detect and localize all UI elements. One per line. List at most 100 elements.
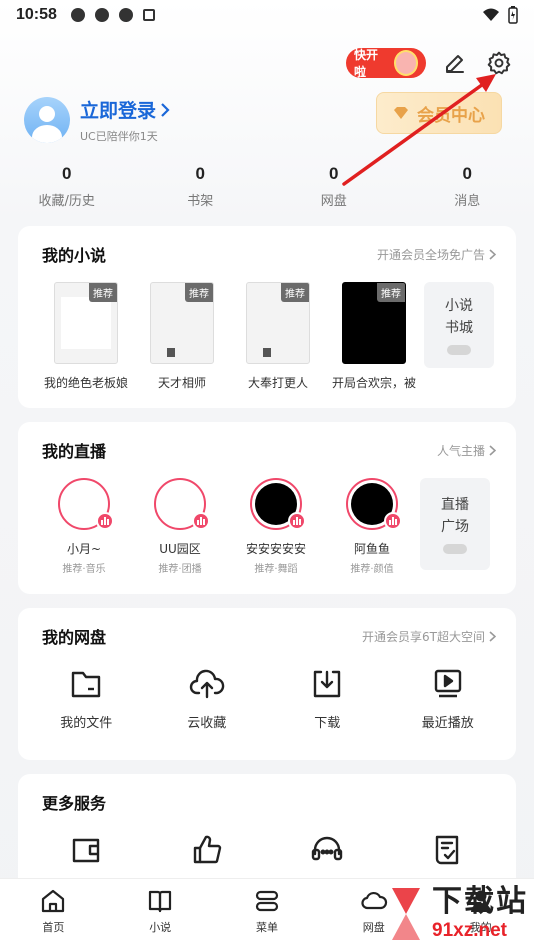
login-subtitle: UC已陪伴你1天 — [80, 130, 158, 143]
service-thumbs-up[interactable] — [147, 830, 268, 870]
novel-store-line1: 小说 — [445, 298, 473, 314]
stats-row: 0 收藏/历史 0 书架 0 网盘 0 消息 — [0, 164, 534, 209]
stat-messages[interactable]: 0 消息 — [401, 164, 534, 209]
novels-link-label: 开通会员全场免广告 — [376, 247, 485, 262]
novel-item[interactable]: 推荐 我的绝色老板娘 — [38, 282, 134, 391]
novel-tag: 推荐 — [377, 283, 405, 302]
novel-item[interactable]: 推荐 大奉打更人 — [230, 282, 326, 391]
top-actions: 快开啦 — [346, 48, 514, 79]
stat-favorites[interactable]: 0 收藏/历史 — [0, 164, 134, 209]
services-title: 更多服务 — [42, 794, 107, 813]
stat-cloud-disk[interactable]: 0 网盘 — [267, 164, 401, 209]
live-streamer[interactable]: 安安安安安 推荐·舞蹈 — [228, 478, 324, 575]
checklist-icon — [435, 835, 458, 865]
cloud-icon — [361, 891, 387, 910]
disk-item-label: 我的文件 — [60, 716, 113, 731]
streamer-avatar — [154, 478, 210, 530]
vip-center-button[interactable]: 会员中心 — [376, 92, 502, 134]
disk-download[interactable]: 下载 — [267, 664, 388, 731]
live-streamer[interactable]: 小月~ 推荐·音乐 — [36, 478, 132, 575]
disk-item-label: 最近播放 — [421, 716, 474, 731]
novel-name: 天才相师 — [157, 376, 206, 390]
services-card: 更多服务 — [18, 774, 516, 894]
live-bars-icon — [288, 512, 306, 530]
nav-menu[interactable]: 菜单 — [214, 879, 321, 950]
stat-label: 网盘 — [320, 194, 347, 209]
book-icon — [149, 890, 172, 913]
novel-item[interactable]: 推荐 开局合欢宗，被 — [326, 282, 422, 391]
live-plaza-line1: 直播 — [441, 497, 469, 513]
headset-icon — [312, 836, 343, 861]
chevron-right-icon — [489, 630, 496, 642]
login-label: 立即登录 — [80, 100, 157, 122]
avatar[interactable] — [24, 97, 70, 143]
promo-badge[interactable]: 快开啦 — [346, 48, 426, 79]
stat-bookshelf[interactable]: 0 书架 — [134, 164, 268, 209]
disk-card: 我的网盘 开通会员享6T超大空间 我的文件 云收藏 下载 最近播放 — [18, 608, 516, 760]
live-bars-icon — [192, 512, 210, 530]
streamer-category: 推荐·音乐 — [62, 564, 106, 575]
cloud-upload-icon — [189, 669, 225, 699]
service-support[interactable] — [267, 830, 388, 870]
live-title: 我的直播 — [42, 442, 107, 461]
novel-tag: 推荐 — [281, 283, 309, 302]
novel-tag: 推荐 — [89, 283, 117, 302]
notification-icon — [142, 9, 155, 21]
stat-value: 0 — [462, 164, 472, 183]
status-bar: 10:58 — [0, 0, 534, 30]
disk-vip-link[interactable]: 开通会员享6T超大空间 — [362, 628, 496, 645]
novel-tag: 推荐 — [185, 283, 213, 302]
diamond-icon — [394, 107, 408, 119]
streamer-name: 阿鱼鱼 — [353, 542, 390, 556]
status-notification-icons — [70, 8, 155, 22]
novels-vip-link[interactable]: 开通会员全场免广告 — [377, 246, 496, 263]
novels-card: 我的小说 开通会员全场免广告 推荐 我的绝色老板娘 推荐 天才相师 推荐 大奉打… — [18, 226, 516, 408]
watermark-logo-icon — [392, 888, 420, 940]
play-screen-icon — [434, 669, 461, 698]
live-streamer[interactable]: 阿鱼鱼 推荐·颜值 — [324, 478, 420, 575]
wallet-icon — [73, 838, 100, 863]
novel-name: 开局合欢宗，被 — [331, 376, 416, 390]
disk-cloud-collect[interactable]: 云收藏 — [147, 664, 268, 731]
nav-home[interactable]: 首页 — [0, 879, 107, 950]
stat-label: 消息 — [454, 194, 481, 209]
service-checklist[interactable] — [388, 830, 509, 870]
disk-title: 我的网盘 — [42, 628, 107, 647]
streamer-name: 安安安安安 — [245, 542, 306, 556]
folder-icon — [72, 671, 101, 698]
novel-item[interactable]: 推荐 天才相师 — [134, 282, 230, 391]
novel-store-line2: 书城 — [445, 320, 473, 336]
login-link[interactable]: 立即登录 — [80, 96, 170, 123]
menu-icon — [255, 890, 279, 912]
download-icon — [314, 670, 341, 698]
live-link-label: 人气主播 — [436, 443, 485, 458]
novel-store-button[interactable]: 小说 书城 — [424, 282, 494, 368]
watermark: 下载站 91xz.net — [386, 884, 528, 942]
settings-button[interactable] — [484, 48, 514, 78]
live-streamer[interactable]: UU园区 推荐·团播 — [132, 478, 228, 575]
chevron-right-icon — [489, 248, 496, 260]
disk-recent-play[interactable]: 最近播放 — [388, 664, 509, 731]
profile-area[interactable]: 立即登录 UC已陪伴你1天 — [24, 96, 170, 144]
novel-cover: 推荐 — [342, 282, 406, 364]
stat-label: 收藏/历史 — [38, 194, 95, 209]
service-wallet[interactable] — [26, 830, 147, 870]
disk-link-label: 开通会员享6T超大空间 — [362, 629, 485, 644]
home-icon — [42, 889, 65, 913]
live-bars-icon — [96, 512, 114, 530]
streamer-avatar — [250, 478, 306, 530]
novel-cover: 推荐 — [54, 282, 118, 364]
nav-novel[interactable]: 小说 — [107, 879, 214, 950]
stat-label: 书架 — [187, 194, 214, 209]
streamer-category: 推荐·舞蹈 — [254, 564, 298, 575]
disk-my-files[interactable]: 我的文件 — [26, 664, 147, 731]
streamer-category: 推荐·团播 — [158, 564, 202, 575]
live-popular-link[interactable]: 人气主播 — [437, 442, 496, 459]
live-card: 我的直播 人气主播 小月~ 推荐·音乐 UU园区 推荐·团播 安安安安安 推荐·… — [18, 422, 516, 594]
edit-button[interactable] — [440, 48, 470, 78]
stat-value: 0 — [329, 164, 339, 183]
notification-icon — [70, 8, 85, 22]
novels-title: 我的小说 — [42, 246, 107, 265]
streamer-avatar — [58, 478, 114, 530]
live-plaza-button[interactable]: 直播 广场 — [420, 478, 490, 570]
